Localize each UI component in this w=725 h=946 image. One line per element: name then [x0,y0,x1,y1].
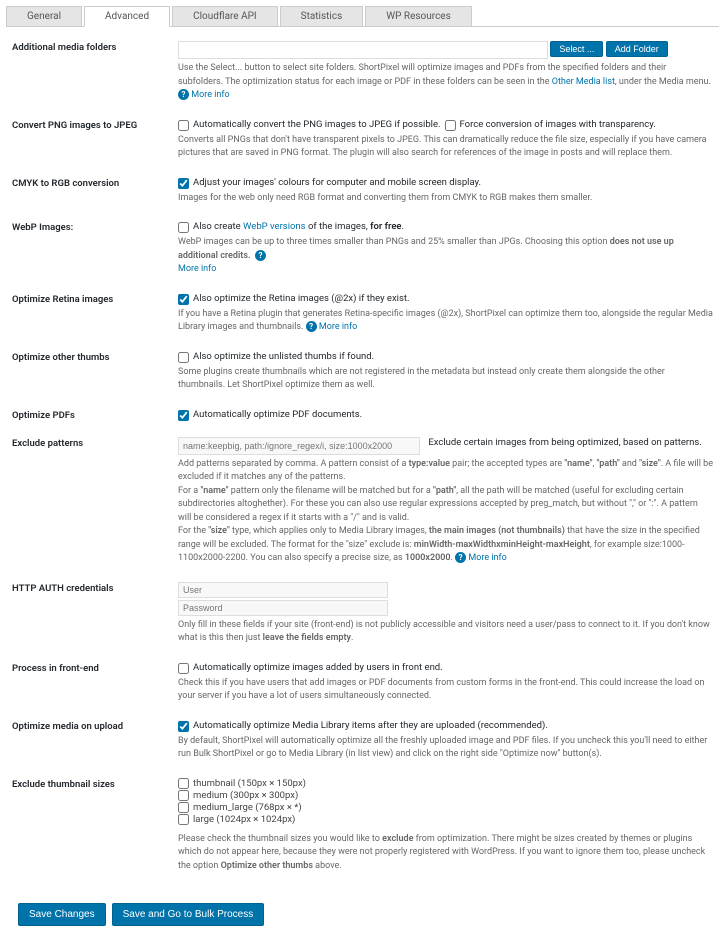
other-checkbox[interactable] [178,352,189,363]
thumb-thumbnail[interactable]: thumbnail (150px × 150px) [178,778,713,789]
other-media-link[interactable]: Other Media list [552,77,615,87]
webp-help: WebP images can be up to three times sma… [178,236,713,277]
auth-pass-input[interactable] [178,600,388,616]
exclude-help: Add patterns separated by comma. A patte… [178,458,713,566]
save-bulk-button[interactable]: Save and Go to Bulk Process [112,903,265,926]
png-auto-checkbox[interactable] [178,120,189,131]
thumbs-help: Please check the thumbnail sizes you wou… [178,833,713,874]
thumb-large-checkbox[interactable] [178,814,189,825]
auth-user-input[interactable] [178,582,388,598]
cmyk-help: Images for the web only need RGB format … [178,192,713,206]
folders-input[interactable] [178,41,548,59]
other-help: Some plugins create thumbnails which are… [178,366,713,393]
tab-cloudflare[interactable]: Cloudflare API [172,6,278,26]
label-exclude: Exclude patterns [12,437,178,566]
more-info-link[interactable]: More info [178,264,216,274]
thumb-medium-large[interactable]: medium_large (768px × *) [178,802,713,813]
info-icon[interactable]: ? [178,89,189,100]
webp-link[interactable]: WebP versions [243,221,306,232]
tab-advanced[interactable]: Advanced [84,6,170,27]
thumb-large[interactable]: large (1024px × 1024px) [178,814,713,825]
front-checkbox[interactable] [178,663,189,674]
cmyk-cb-label: Adjust your images' colours for computer… [193,177,481,188]
exclude-side: Exclude certain images from being optimi… [428,437,701,448]
tab-wp-resources[interactable]: WP Resources [365,6,472,26]
info-icon[interactable]: ? [455,552,466,563]
folders-help: Use the Select... button to select site … [178,62,713,103]
upload-help: By default, ShortPixel will automaticall… [178,735,713,762]
tabs-bar: General Advanced Cloudflare API Statisti… [6,6,719,27]
thumb-thumbnail-checkbox[interactable] [178,778,189,789]
tab-statistics[interactable]: Statistics [280,6,364,26]
save-button[interactable]: Save Changes [18,903,106,926]
label-pdf: Optimize PDFs [12,409,178,421]
retina-checkbox[interactable] [178,294,189,305]
label-front: Process in front-end [12,662,178,704]
info-icon[interactable]: ? [255,250,266,261]
png-force-checkbox[interactable] [445,120,456,131]
pdf-cb-label: Automatically optimize PDF documents. [193,409,362,420]
more-info-link[interactable]: More info [319,322,357,332]
other-cb-label: Also optimize the unlisted thumbs if fou… [193,351,374,362]
label-folders: Additional media folders [12,41,178,103]
webp-cb-label: Also create WebP versions of the images,… [193,221,404,232]
more-info-link[interactable]: More info [191,90,229,100]
select-folder-button[interactable]: Select ... [550,41,603,57]
label-png: Convert PNG images to JPEG [12,119,178,161]
cmyk-checkbox[interactable] [178,178,189,189]
retina-cb-label: Also optimize the Retina images (@2x) if… [193,293,410,304]
tab-general[interactable]: General [6,6,82,26]
front-help: Check this if you have users that add im… [178,677,713,704]
thumb-medium-checkbox[interactable] [178,790,189,801]
thumb-medium[interactable]: medium (300px × 300px) [178,790,713,801]
png-help: Converts all PNGs that don't have transp… [178,134,713,161]
label-webp: WebP Images: [12,221,178,277]
front-cb-label: Automatically optimize images added by u… [193,662,443,673]
label-auth: HTTP AUTH credentials [12,582,178,646]
label-thumbs: Exclude thumbnail sizes [12,778,178,874]
label-upload: Optimize media on upload [12,720,178,762]
add-folder-button[interactable]: Add Folder [606,41,668,57]
info-icon[interactable]: ? [306,321,317,332]
png-force-label: Force conversion of images with transpar… [460,119,656,130]
upload-checkbox[interactable] [178,721,189,732]
exclude-input[interactable] [178,437,420,455]
label-other: Optimize other thumbs [12,351,178,393]
auth-help: Only fill in these fields if your site (… [178,619,713,646]
more-info-link[interactable]: More info [468,553,506,563]
pdf-checkbox[interactable] [178,410,189,421]
thumb-medium-large-checkbox[interactable] [178,802,189,813]
retina-help: If you have a Retina plugin that generat… [178,308,713,335]
webp-checkbox[interactable] [178,222,189,233]
png-auto-label: Automatically convert the PNG images to … [193,119,441,130]
label-retina: Optimize Retina images [12,293,178,335]
upload-cb-label: Automatically optimize Media Library ite… [193,720,548,731]
label-cmyk: CMYK to RGB conversion [12,177,178,206]
